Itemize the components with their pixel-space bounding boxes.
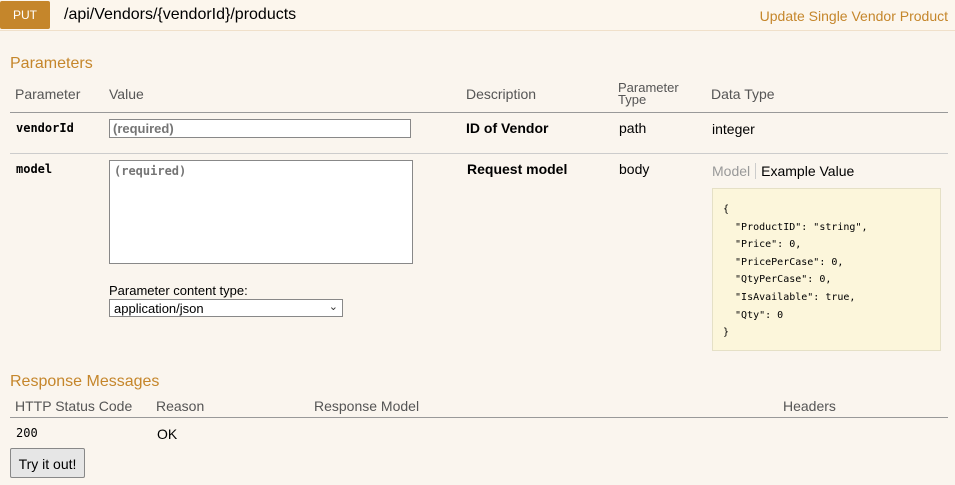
- responses-header-rule: [10, 417, 948, 418]
- response-messages-heading: Response Messages: [10, 373, 160, 390]
- content-type-select[interactable]: application/json ⌄: [109, 299, 343, 317]
- col-value: Value: [109, 86, 144, 102]
- operation-summary[interactable]: Update Single Vendor Product: [760, 8, 948, 24]
- col-response-model: Response Model: [314, 398, 420, 414]
- param-type-model: body: [619, 161, 650, 177]
- col-parameter-type-line2: Type: [618, 92, 647, 107]
- parameters-header-rule: [10, 112, 948, 113]
- parameters-heading: Parameters: [10, 55, 93, 72]
- content-type-label: Parameter content type:: [109, 283, 248, 298]
- http-method-badge[interactable]: PUT: [0, 1, 50, 29]
- tab-model[interactable]: Model: [712, 163, 757, 179]
- col-data-type: Data Type: [711, 86, 775, 102]
- model-tabs: Model Example Value: [712, 163, 854, 179]
- data-type-vendorid: integer: [712, 121, 755, 137]
- operation-header[interactable]: PUT /api/Vendors/{vendorId}/products Upd…: [0, 0, 955, 31]
- param-desc-model: Request model: [467, 161, 568, 177]
- example-value-box[interactable]: { "ProductID": "string", "Price": 0, "Pr…: [712, 188, 941, 351]
- col-parameter-type: Parameter Type: [618, 81, 679, 107]
- vendorid-input[interactable]: [109, 119, 411, 138]
- param-desc-vendorid: ID of Vendor: [466, 120, 549, 136]
- endpoint-path[interactable]: /api/Vendors/{vendorId}/products: [64, 6, 296, 24]
- content-type-value: application/json: [114, 301, 204, 316]
- try-it-out-button[interactable]: Try it out!: [10, 448, 85, 478]
- response-reason: OK: [157, 426, 178, 442]
- row-divider: [10, 153, 948, 154]
- col-http-status: HTTP Status Code: [15, 398, 133, 414]
- chevron-down-icon: ⌄: [328, 301, 338, 313]
- response-status-code: 200: [16, 426, 38, 440]
- col-parameter: Parameter: [15, 86, 81, 102]
- col-headers: Headers: [783, 398, 836, 414]
- tab-example-value[interactable]: Example Value: [756, 163, 854, 179]
- model-textarea[interactable]: [109, 160, 413, 264]
- param-type-vendorid: path: [619, 120, 647, 136]
- param-name-vendorid: vendorId: [16, 121, 74, 135]
- col-description: Description: [466, 86, 537, 102]
- param-name-model: model: [16, 162, 53, 176]
- col-reason: Reason: [156, 398, 205, 414]
